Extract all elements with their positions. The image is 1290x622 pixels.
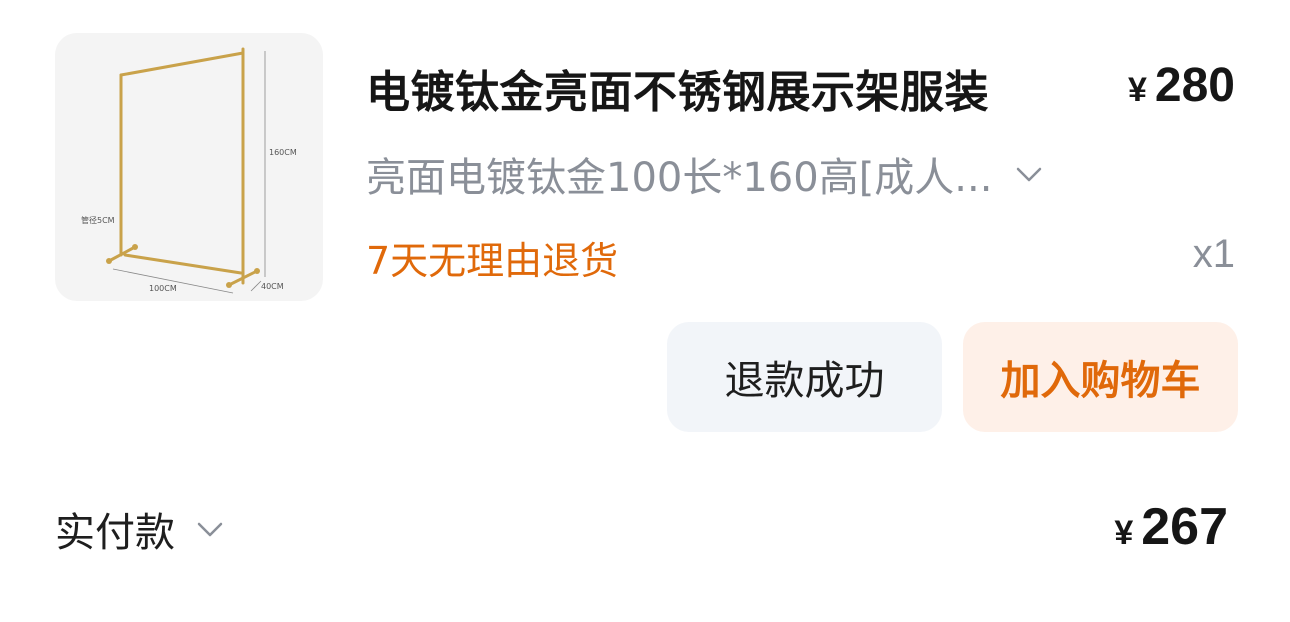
price-amount: 280 [1154, 59, 1235, 112]
quantity: x1 [1192, 232, 1235, 276]
price-currency: ¥ [1127, 71, 1147, 109]
pipe-diameter-label: 管径5CM [81, 215, 115, 225]
chevron-down-icon [1014, 159, 1044, 189]
chevron-down-icon [195, 514, 225, 544]
product-title[interactable]: 电镀钛金亮面不锈钢展示架服装 [366, 56, 989, 120]
height-dimension-label: 160CM [269, 148, 297, 157]
paid-amount-value: 267 [1141, 498, 1228, 556]
sku-text: 亮面电镀钛金100长*160高[成人... [366, 155, 993, 201]
payment-label: 实付款 [55, 510, 175, 556]
payment-details-toggle[interactable]: 实付款 [55, 500, 225, 558]
add-to-cart-button[interactable]: 加入购物车 [963, 322, 1238, 432]
product-image[interactable]: 160CM 管径5CM 100CM 40CM [55, 33, 323, 301]
paid-currency: ¥ [1114, 514, 1134, 552]
depth-dimension-label: 40CM [261, 282, 284, 291]
clothing-rack-illustration: 160CM 管径5CM 100CM 40CM [81, 47, 297, 294]
refund-status-button[interactable]: 退款成功 [667, 322, 942, 432]
paid-amount: ¥267 [1114, 497, 1228, 557]
width-dimension-label: 100CM [149, 284, 177, 293]
sku-selector[interactable]: 亮面电镀钛金100长*160高[成人... [366, 145, 1044, 203]
product-price: ¥280 [1128, 58, 1235, 113]
return-policy-tag: 7天无理由退货 [366, 239, 619, 283]
